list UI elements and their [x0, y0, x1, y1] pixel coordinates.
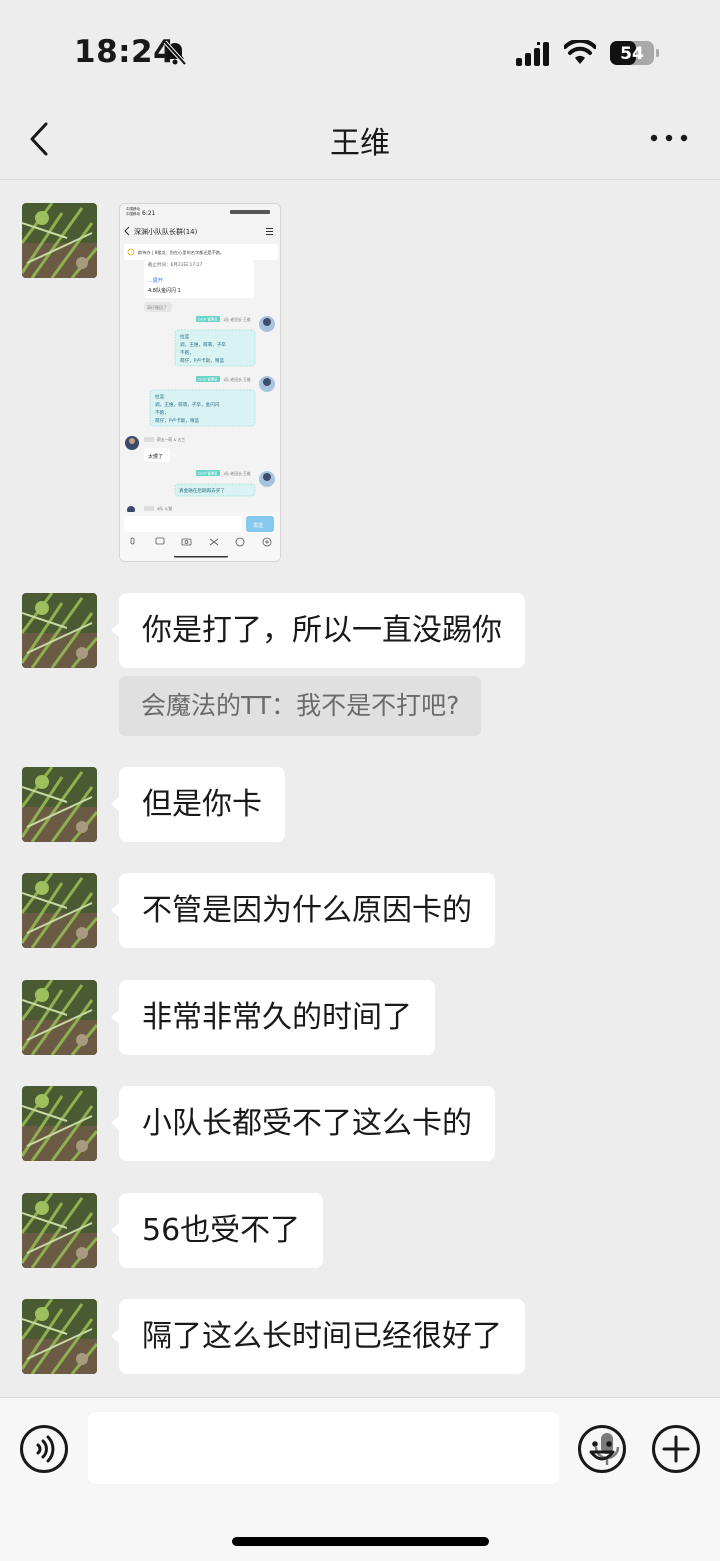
shot-carrier-2: 中国移动 [126, 211, 140, 216]
battery-icon: 54 [610, 41, 659, 65]
message-input[interactable] [88, 1412, 620, 1484]
shot-last-sender: 4队·斗猫 [157, 506, 172, 511]
avatar-photo-icon [22, 873, 97, 948]
avatar-photo-icon [22, 1086, 97, 1161]
shot-msg-line: 4.8队金闪闪 1 [148, 287, 181, 294]
shot-recall: 萌仔撤回了 [147, 304, 167, 310]
avatar-photo-icon [22, 767, 97, 842]
svg-text:1队·老班长·王维: 1队·老班长·王维 [223, 471, 251, 476]
avatar[interactable] [22, 767, 97, 842]
home-indicator[interactable] [232, 1537, 489, 1546]
cellular-signal-icon [516, 42, 549, 66]
avatar[interactable] [22, 1086, 97, 1161]
avatar-photo-icon [22, 1299, 97, 1374]
message-bubble[interactable]: 不管是因为什么原因卡的 [111, 873, 495, 948]
svg-text:LV10 管理员: LV10 管理员 [198, 377, 218, 382]
emoji-icon[interactable] [577, 1424, 627, 1474]
shot-sender-name: 1队·老班长·王维 [223, 317, 251, 322]
shot-expand: ...展开 [148, 278, 163, 284]
image-message[interactable]: 中国移动 中国移动 6:21 深渊小队队长群(14) 群待办 | 8楼龙、别在心… [119, 203, 281, 562]
message-list[interactable]: 中国移动 中国移动 6:21 深渊小队队长群(14) 群待办 | 8楼龙、别在心… [0, 180, 720, 1397]
voice-icon[interactable] [19, 1424, 69, 1474]
more-dots-icon[interactable] [650, 128, 688, 148]
avatar-photo-icon [22, 1193, 97, 1268]
avatar-photo-icon [22, 593, 97, 668]
shot-group-title: 深渊小队队长群(14) [134, 227, 198, 236]
wifi-icon [564, 40, 596, 64]
quoted-reply[interactable]: 会魔法的TT：我不是不打吧? [119, 676, 482, 736]
message-bubble[interactable]: 但是你卡 [111, 767, 285, 842]
shot-time: 6:21 [142, 210, 156, 217]
avatar[interactable] [22, 203, 97, 278]
avatar[interactable] [22, 1299, 97, 1374]
avatar[interactable] [22, 593, 97, 668]
message-bubble[interactable]: 非常非常久的时间了 [111, 980, 435, 1055]
svg-text:LV10 管理员: LV10 管理员 [198, 471, 218, 476]
chat-title: 王维 [330, 126, 390, 161]
shot-other-name: 萌五一萌 & 五兰 [157, 437, 185, 442]
battery-level: 54 [620, 44, 644, 64]
chat-header: 王维 [0, 100, 720, 180]
message-bubble[interactable]: 你是打了，所以一直没踢你 [111, 593, 525, 668]
shot-other-msg: 太慢了 [148, 453, 163, 460]
bell-muted-icon [163, 40, 187, 66]
shot-send-btn: 发送 [253, 522, 263, 529]
svg-text:1队·老班长·王维: 1队·老班长·王维 [223, 377, 251, 382]
shot-msg-partial: 截止时间：6月23日 17:27 [148, 261, 203, 268]
avatar-photo-icon [22, 980, 97, 1055]
shot-carrier-1: 中国移动 [126, 206, 140, 211]
input-bar [0, 1397, 720, 1561]
shot-reply-3: 真金融在后期再去买了 [179, 487, 225, 494]
message-bubble[interactable]: 56也受不了 [110, 1193, 324, 1268]
message-bubble[interactable]: 小队长都受不了这么卡的 [111, 1086, 495, 1161]
avatar[interactable] [22, 1193, 97, 1268]
avatar-photo-icon [22, 203, 97, 278]
shot-sender-badge: LV10 管理员 [198, 317, 218, 322]
status-bar: 18:24 54 [0, 0, 720, 100]
plus-icon[interactable] [651, 1424, 701, 1474]
shot-notice: 群待办 | 8楼龙、别在心里的名字都还是不跑。 [138, 249, 224, 256]
message-bubble[interactable]: 隔了这么长时间已经很好了 [111, 1299, 525, 1374]
avatar[interactable] [22, 980, 97, 1055]
status-time: 18:24 [74, 34, 176, 70]
avatar[interactable] [22, 873, 97, 948]
